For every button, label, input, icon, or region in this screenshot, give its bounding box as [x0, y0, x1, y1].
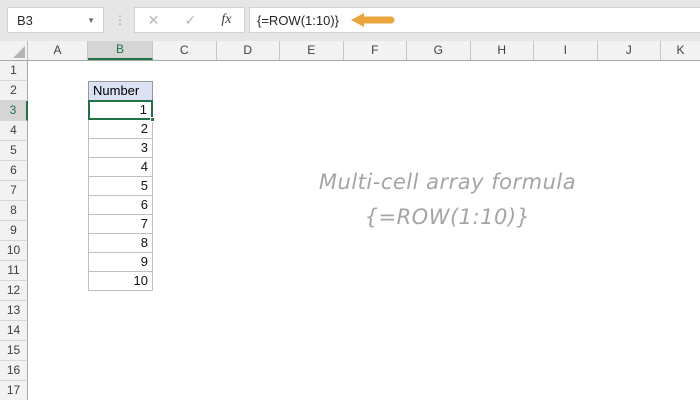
row-header-9[interactable]: 9 — [0, 221, 28, 241]
cell-b8[interactable]: 6 — [88, 195, 153, 215]
cell-b6[interactable]: 4 — [88, 157, 153, 177]
watermark-line2: {=ROW(1:10)} — [364, 205, 531, 229]
row-header-3[interactable]: 3 — [0, 101, 28, 121]
fill-handle[interactable] — [150, 117, 155, 122]
row-header-4[interactable]: 4 — [0, 121, 28, 141]
name-box[interactable]: B3 ▼ — [7, 7, 104, 33]
chevron-down-icon[interactable]: ▼ — [87, 16, 103, 25]
column-header-d[interactable]: D — [216, 41, 280, 60]
column-header-h[interactable]: H — [470, 41, 534, 60]
formula-bar-area: B3 ▼ ⋮ ✕ ✓ fx {=ROW(1:10)} — [0, 0, 700, 41]
formula-buttons: ✕ ✓ fx — [134, 7, 245, 33]
name-box-value: B3 — [17, 12, 33, 28]
column-header-e[interactable]: E — [280, 41, 344, 60]
row-header-13[interactable]: 13 — [0, 301, 28, 321]
cell-b10[interactable]: 8 — [88, 233, 153, 253]
row-header-1[interactable]: 1 — [0, 61, 28, 81]
formula-text: {=ROW(1:10)} — [257, 12, 340, 28]
row-header-2[interactable]: 2 — [0, 81, 28, 101]
cell-b3[interactable]: 1 — [88, 100, 155, 122]
watermark-line1: Multi-cell array formula — [318, 170, 577, 194]
cell-b9[interactable]: 7 — [88, 214, 153, 234]
row-header-12[interactable]: 12 — [0, 281, 28, 301]
row-header-15[interactable]: 15 — [0, 341, 28, 361]
row-header-6[interactable]: 6 — [0, 161, 28, 181]
row-header-5[interactable]: 5 — [0, 141, 28, 161]
cell-b4[interactable]: 2 — [88, 119, 153, 139]
column-header-a[interactable]: A — [28, 41, 88, 60]
formula-input[interactable]: {=ROW(1:10)} — [249, 7, 700, 33]
column-header-c[interactable]: C — [153, 41, 217, 60]
cell-b5[interactable]: 3 — [88, 138, 153, 158]
insert-function-icon[interactable]: fx — [221, 12, 231, 28]
cell-b12[interactable]: 10 — [88, 271, 153, 291]
data-range-b2-b12: Number 1 2 3 4 5 6 7 8 9 10 — [88, 81, 155, 291]
row-header-7[interactable]: 7 — [0, 181, 28, 201]
column-header-b[interactable]: B — [88, 41, 153, 60]
row-header-8[interactable]: 8 — [0, 201, 28, 221]
select-all-triangle-icon — [13, 46, 25, 58]
row-header-14[interactable]: 14 — [0, 321, 28, 341]
excel-worksheet: B3 ▼ ⋮ ✕ ✓ fx {=ROW(1:10)} A B C D E F G… — [0, 0, 700, 400]
arrow-annotation-icon — [351, 13, 395, 27]
column-headers: A B C D E F G H I J K — [0, 41, 700, 61]
formula-bar-drag-handle[interactable]: ⋮ — [112, 7, 128, 33]
row-header-11[interactable]: 11 — [0, 261, 28, 281]
column-header-k[interactable]: K — [661, 41, 700, 60]
watermark-caption: Multi-cell array formula {=ROW(1:10)} — [290, 165, 605, 235]
row-header-17[interactable]: 17 — [0, 381, 28, 400]
enter-icon[interactable]: ✓ — [184, 12, 196, 29]
cell-b3-value: 1 — [139, 102, 147, 117]
row-header-10[interactable]: 10 — [0, 241, 28, 261]
cell-b11[interactable]: 9 — [88, 252, 153, 272]
row-headers: 1 2 3 4 5 6 7 8 9 10 11 12 13 14 15 16 1… — [0, 61, 28, 400]
select-all-button[interactable] — [0, 41, 28, 60]
column-header-g[interactable]: G — [407, 41, 471, 60]
cell-b2[interactable]: Number — [88, 81, 153, 101]
cancel-icon[interactable]: ✕ — [148, 12, 160, 29]
column-header-f[interactable]: F — [343, 41, 407, 60]
column-header-i[interactable]: I — [534, 41, 598, 60]
row-header-16[interactable]: 16 — [0, 361, 28, 381]
cell-b7[interactable]: 5 — [88, 176, 153, 196]
column-header-j[interactable]: J — [597, 41, 661, 60]
